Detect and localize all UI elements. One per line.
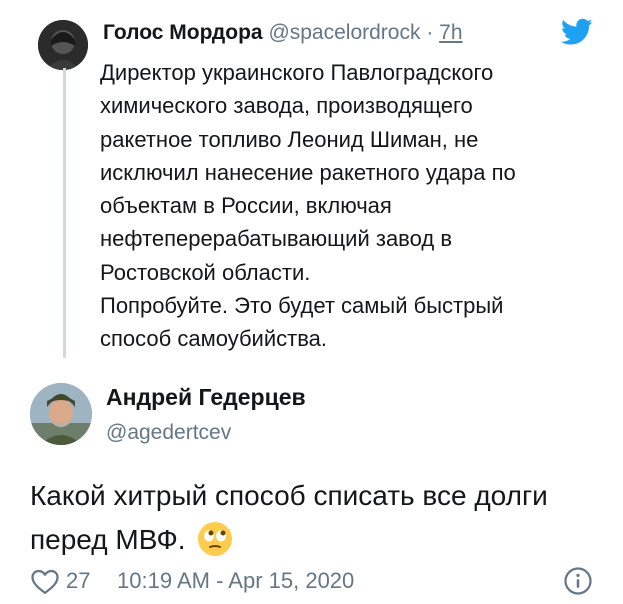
- rolling-eyes-emoji-icon: [197, 521, 233, 557]
- quoted-text-line: нефтеперерабатывающий завод в: [100, 226, 453, 252]
- quoted-text-line: исключил нанесение ракетного удара по: [100, 159, 516, 185]
- twitter-bird-icon[interactable]: [560, 18, 593, 46]
- quoted-author-handle[interactable]: @spacelordrock: [268, 21, 420, 44]
- quoted-tweet-header: Голос Мордора @spacelordrock · 7h: [103, 18, 463, 48]
- quoted-text-line: ракетное топливо Леонид Шиман, не: [100, 126, 479, 152]
- heart-icon[interactable]: [30, 567, 60, 595]
- quoted-tweet-text: Директор украинского Павлоградского хими…: [100, 56, 580, 356]
- thread-connector-line: [63, 68, 66, 358]
- tweet-timestamp[interactable]: 10:19 AM - Apr 15, 2020: [117, 568, 354, 594]
- like-count[interactable]: 27: [66, 568, 90, 594]
- tweet-footer: 27 10:19 AM - Apr 15, 2020: [30, 566, 600, 596]
- author-avatar[interactable]: [30, 383, 92, 445]
- quoted-author-name[interactable]: Голос Мордора: [103, 21, 263, 44]
- info-icon[interactable]: [563, 566, 593, 596]
- quoted-text-line: Ростовской области.: [100, 259, 311, 285]
- quoted-author-avatar[interactable]: [38, 20, 88, 70]
- author-name[interactable]: Андрей Гедерцев: [106, 382, 306, 412]
- quoted-text-line: химического завода, производящего: [100, 93, 473, 119]
- tweet-text-content: Какой хитрый способ списать все долги пе…: [30, 480, 548, 555]
- quoted-tweet-time[interactable]: 7h: [439, 21, 462, 44]
- quoted-text-line: способ самоубийства.: [100, 326, 327, 352]
- header-separator: ·: [420, 21, 440, 44]
- tweet-text: Какой хитрый способ списать все долги пе…: [30, 474, 600, 562]
- author-handle[interactable]: @agedertcev: [106, 419, 231, 447]
- quoted-text-line: объектам в России, включая: [100, 193, 392, 219]
- quoted-text-line: Директор украинского Павлоградского: [100, 60, 494, 85]
- quoted-text-line: Попробуйте. Это будет самый быстрый: [100, 293, 504, 319]
